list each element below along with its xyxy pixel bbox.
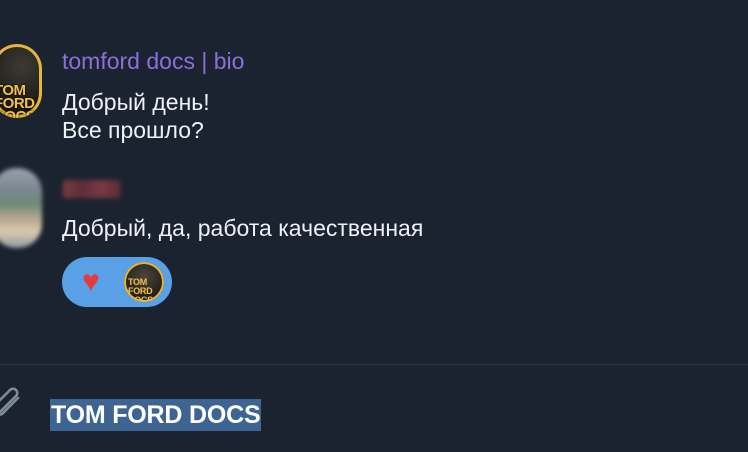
composer-divider	[0, 364, 748, 365]
message-text-line: Добрый день!	[62, 89, 210, 115]
message-text-line: Все прошло?	[62, 117, 204, 143]
attachment-icon[interactable]	[0, 386, 24, 426]
blurred-sender-name	[63, 180, 121, 198]
sender-name[interactable]: tomford docs | bio	[62, 48, 244, 75]
blurred-avatar[interactable]	[0, 168, 42, 248]
heart-icon: ♥	[82, 265, 100, 298]
composer-input[interactable]: TOM FORD DOCS	[50, 399, 262, 431]
sender-avatar[interactable]: TOM FORD DOCS	[0, 44, 42, 118]
reactor-avatar: TOM FORD DOCS	[124, 262, 164, 302]
message-text-line: Добрый, да, работа качественная	[62, 215, 424, 241]
reaction-pill[interactable]: ♥ TOM FORD DOCS	[62, 257, 172, 307]
avatar-logo: TOM FORD DOCS	[0, 82, 36, 118]
mini-avatar-logo: TOM FORD DOCS	[128, 277, 153, 303]
